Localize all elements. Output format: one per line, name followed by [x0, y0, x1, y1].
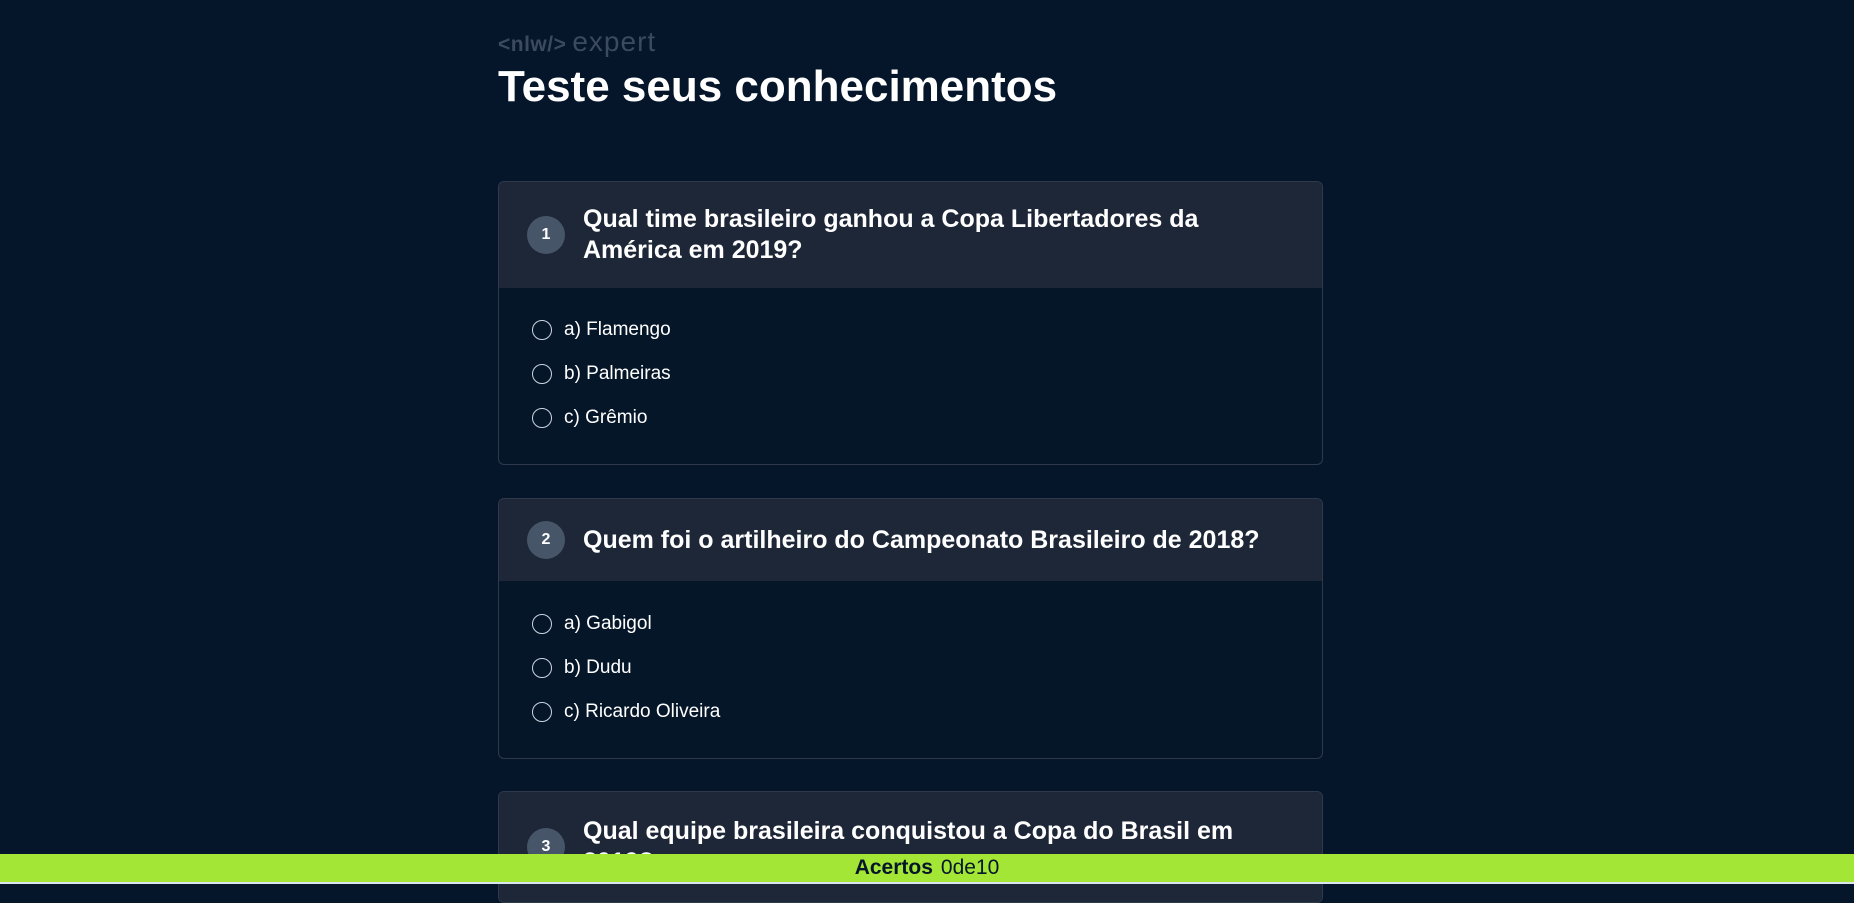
answer-option[interactable]: c) Grêmio — [532, 396, 1289, 440]
radio-button[interactable] — [532, 658, 552, 678]
question-text: Qual time brasileiro ganhou a Copa Liber… — [583, 205, 1199, 264]
question-header-2: 2 Quem foi o artilheiro do Campeonato Br… — [499, 499, 1322, 581]
option-label: b) Palmeiras — [564, 363, 671, 384]
radio-button[interactable] — [532, 408, 552, 428]
question-text: Quem foi o artilheiro do Campeonato Bras… — [583, 525, 1260, 554]
logo: <nlw/> expert — [498, 26, 657, 57]
option-label: b) Dudu — [564, 657, 632, 678]
answer-option[interactable]: a) Flamengo — [532, 308, 1289, 352]
question-card-3: 3 Qual equipe brasileira conquistou a Co… — [498, 791, 1323, 903]
radio-button[interactable] — [532, 364, 552, 384]
option-label: c) Ricardo Oliveira — [564, 701, 721, 722]
option-label: c) Grêmio — [564, 407, 648, 428]
score-label: Acertos — [854, 856, 933, 879]
radio-button[interactable] — [532, 702, 552, 722]
radio-button[interactable] — [532, 614, 552, 634]
logo-expert: expert — [572, 26, 657, 57]
radio-button[interactable] — [532, 320, 552, 340]
answer-option[interactable]: b) Palmeiras — [532, 352, 1289, 396]
answer-options: a) Flamengo b) Palmeiras c) Grêmio — [499, 288, 1322, 440]
question-card-2: 2 Quem foi o artilheiro do Campeonato Br… — [498, 498, 1323, 759]
logo-nlw: <nlw/> — [498, 33, 567, 56]
answer-option[interactable]: a) Gabigol — [532, 602, 1289, 646]
option-label: a) Gabigol — [564, 613, 652, 634]
score-footer: Acertos 0de10 — [0, 854, 1854, 882]
question-card-1: 1 Qual time brasileiro ganhou a Copa Lib… — [498, 181, 1323, 465]
question-number-badge: 2 — [527, 521, 565, 559]
answer-option[interactable]: c) Ricardo Oliveira — [532, 690, 1289, 734]
question-number-badge: 1 — [527, 216, 565, 254]
page-title: Teste seus conhecimentos — [498, 62, 1058, 111]
question-header-3: 3 Qual equipe brasileira conquistou a Co… — [499, 792, 1322, 902]
answer-option[interactable]: b) Dudu — [532, 646, 1289, 690]
option-label: a) Flamengo — [564, 319, 671, 340]
question-header-1: 1 Qual time brasileiro ganhou a Copa Lib… — [499, 182, 1322, 288]
score-value: 0de10 — [940, 856, 1000, 879]
answer-options: a) Gabigol b) Dudu c) Ricardo Oliveira — [499, 581, 1322, 734]
